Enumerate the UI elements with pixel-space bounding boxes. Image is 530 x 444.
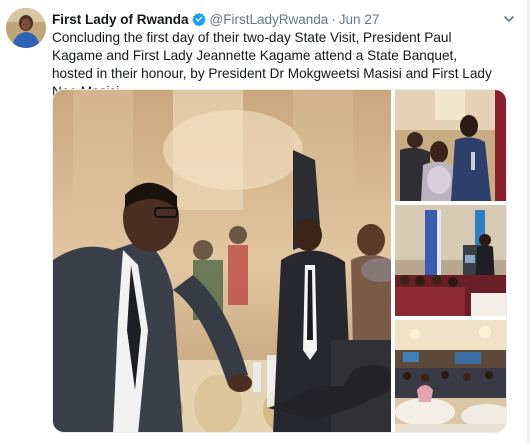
separator-dot: · [331,11,336,27]
tweet-header: First Lady of Rwanda @FirstLadyRwanda · … [52,10,379,28]
media-grid [52,89,507,433]
avatar[interactable] [6,8,46,48]
chevron-down-icon[interactable] [502,12,516,26]
photo-podium[interactable] [395,205,506,316]
photo-reception[interactable] [395,90,506,201]
tweet-date[interactable]: Jun 27 [339,12,380,27]
tweet-card: First Lady of Rwanda @FirstLadyRwanda · … [0,0,530,444]
author-handle[interactable]: @FirstLadyRwanda [210,12,329,27]
author-name[interactable]: First Lady of Rwanda [52,12,189,27]
photo-banquet-hall[interactable] [395,320,506,432]
verified-badge-icon [191,12,206,27]
photo-toast[interactable] [53,90,391,432]
